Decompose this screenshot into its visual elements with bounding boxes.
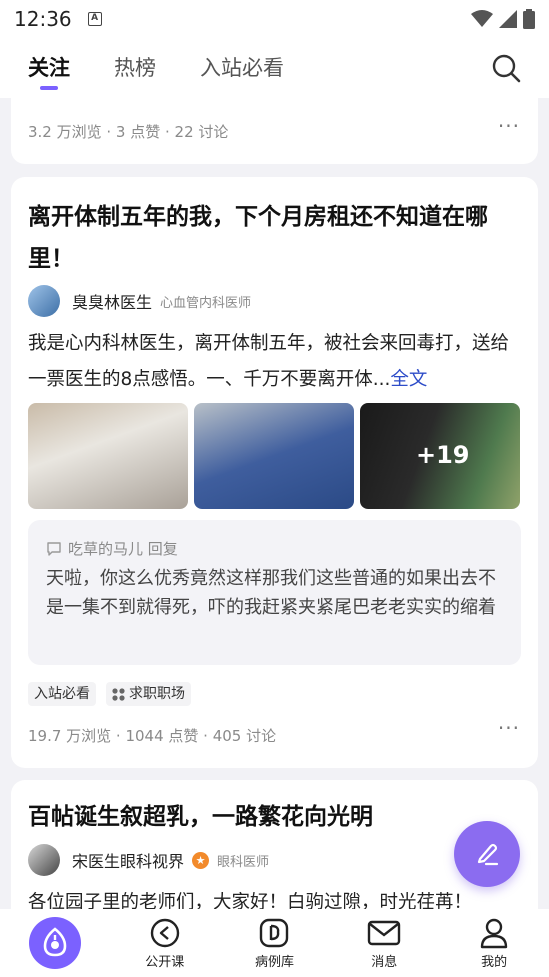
tab-hot-list[interactable]: 热榜: [114, 38, 156, 98]
reply-author-label: 吃草的马儿 回复: [68, 540, 178, 558]
post-author[interactable]: 宋医生眼科视界 ★ 眼科医师: [28, 844, 269, 876]
post-image[interactable]: [28, 403, 188, 509]
reply-preview[interactable]: 吃草的马儿 回复 天啦，你这么优秀竟然这样那我们这些普通的如果出去不是一集不到就…: [28, 520, 521, 665]
nav-label: 我的: [481, 954, 508, 970]
bottom-nav: 公开课 病例库 消息 我的: [0, 909, 549, 977]
nav-label: 病例库: [254, 954, 294, 970]
status-bar: 12:36 A: [0, 0, 549, 38]
sim-icon: A: [87, 12, 102, 26]
post-image[interactable]: +19: [360, 403, 520, 509]
post-card[interactable]: 离开体制五年的我，下个月房租还不知道在哪里！ 臭臭林医生 心血管内科医师 我是心…: [11, 177, 538, 768]
post-title[interactable]: 百帖诞生叙超乳，一路繁花向光明: [28, 796, 516, 838]
post-title[interactable]: 离开体制五年的我，下个月房租还不知道在哪里！: [28, 196, 516, 280]
post-images: +19: [28, 403, 520, 509]
verified-badge-icon: ★: [192, 851, 210, 869]
reply-text: 天啦，你这么优秀竟然这样那我们这些普通的如果出去不是一集不到就得死，吓的我赶紧夹…: [46, 568, 496, 618]
tab-must-read[interactable]: 入站必看: [200, 38, 284, 98]
nav-label: 公开课: [145, 954, 185, 970]
person-icon: [480, 918, 508, 948]
post-tags: 入站必看 求职职场: [28, 682, 191, 706]
post-stats: 3.2 万浏览 · 3 点赞 · 22 讨论: [28, 123, 229, 141]
author-name[interactable]: 宋医生眼科视界: [72, 848, 184, 872]
compose-button[interactable]: [454, 821, 520, 887]
tab-following[interactable]: 关注: [28, 38, 70, 98]
post-excerpt[interactable]: 我是心内科林医生，离开体制五年，被社会来回毒打，送给一票医生的8点感悟。一、千万…: [28, 326, 522, 398]
more-options-icon[interactable]: ···: [498, 114, 520, 138]
tag-career[interactable]: 求职职场: [106, 682, 191, 706]
nav-case-library[interactable]: 病例库: [220, 909, 330, 977]
nav-profile[interactable]: 我的: [439, 909, 549, 977]
battery-icon: [523, 9, 535, 29]
image-more-count: +19: [416, 441, 470, 469]
wifi-icon: [471, 10, 493, 27]
post-stats: 19.7 万浏览 · 1044 点赞 · 405 讨论: [28, 727, 277, 745]
read-more-link[interactable]: 全文: [390, 369, 427, 390]
home-button[interactable]: [28, 917, 81, 969]
avatar[interactable]: [28, 844, 60, 876]
top-nav: 关注 热榜 入站必看: [0, 38, 549, 98]
excerpt-text: 各位园子里的老师们，大家好！白驹过隙，时光荏苒！: [28, 892, 473, 909]
signal-icon: [499, 10, 517, 28]
nav-label: 消息: [371, 954, 398, 970]
excerpt-text: 我是心内科林医生，离开体制五年，被社会来回毒打，送给一票医生的8点感悟。一、千万…: [28, 333, 510, 390]
author-role: 心血管内科医师: [160, 295, 252, 311]
post-excerpt[interactable]: 各位园子里的老师们，大家好！白驹过隙，时光荏苒！: [28, 885, 522, 909]
post-image[interactable]: [194, 403, 354, 509]
nav-home[interactable]: [0, 909, 110, 977]
play-circle-icon: [150, 918, 179, 947]
more-options-icon[interactable]: ···: [498, 716, 520, 740]
nav-open-course[interactable]: 公开课: [110, 909, 220, 977]
author-role: 眼科医师: [217, 854, 270, 870]
nav-messages[interactable]: 消息: [329, 909, 439, 977]
comment-icon: [47, 541, 61, 556]
case-library-icon: [260, 918, 289, 947]
mail-icon: [368, 920, 401, 945]
tag-label: 入站必看: [34, 686, 90, 702]
avatar[interactable]: [28, 285, 60, 317]
grid-icon: [112, 687, 125, 701]
author-name[interactable]: 臭臭林医生: [72, 289, 152, 313]
status-time: 12:36: [14, 7, 72, 31]
pen-icon: [477, 843, 499, 866]
post-author[interactable]: 臭臭林医生 心血管内科医师: [28, 285, 251, 317]
post-card[interactable]: 3.2 万浏览 · 3 点赞 · 22 讨论 ···: [11, 98, 538, 164]
reply-author: 吃草的马儿 回复: [46, 538, 178, 559]
tag-must-read[interactable]: 入站必看: [28, 682, 96, 706]
home-logo-icon: [43, 927, 67, 957]
search-icon[interactable]: [491, 53, 521, 83]
feed[interactable]: 3.2 万浏览 · 3 点赞 · 22 讨论 ··· 离开体制五年的我，下个月房…: [0, 98, 549, 909]
tag-label: 求职职场: [129, 686, 185, 702]
